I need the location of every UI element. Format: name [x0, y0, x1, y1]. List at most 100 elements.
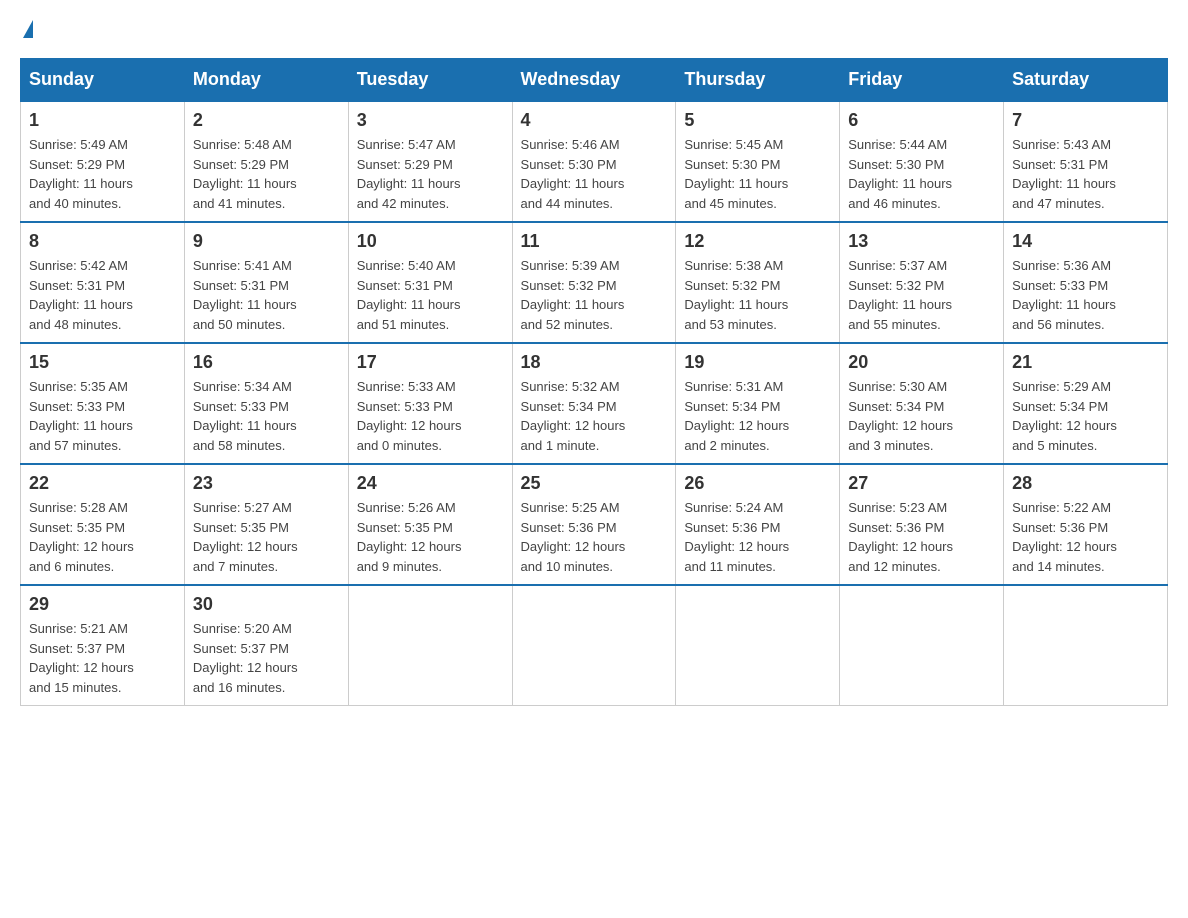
day-of-week-thursday: Thursday	[676, 59, 840, 102]
day-number: 30	[193, 594, 340, 615]
day-info: Sunrise: 5:40 AMSunset: 5:31 PMDaylight:…	[357, 256, 504, 334]
day-number: 1	[29, 110, 176, 131]
day-info: Sunrise: 5:30 AMSunset: 5:34 PMDaylight:…	[848, 377, 995, 455]
day-number: 17	[357, 352, 504, 373]
calendar-week-row: 22 Sunrise: 5:28 AMSunset: 5:35 PMDayligh…	[21, 464, 1168, 585]
page-header	[20, 20, 1168, 38]
day-info: Sunrise: 5:36 AMSunset: 5:33 PMDaylight:…	[1012, 256, 1159, 334]
day-info: Sunrise: 5:44 AMSunset: 5:30 PMDaylight:…	[848, 135, 995, 213]
day-number: 11	[521, 231, 668, 252]
calendar-table: SundayMondayTuesdayWednesdayThursdayFrid…	[20, 58, 1168, 706]
day-info: Sunrise: 5:45 AMSunset: 5:30 PMDaylight:…	[684, 135, 831, 213]
calendar-cell: 1 Sunrise: 5:49 AMSunset: 5:29 PMDaylight…	[21, 101, 185, 222]
day-number: 26	[684, 473, 831, 494]
logo-triangle-icon	[23, 20, 33, 38]
day-info: Sunrise: 5:42 AMSunset: 5:31 PMDaylight:…	[29, 256, 176, 334]
calendar-cell: 29 Sunrise: 5:21 AMSunset: 5:37 PMDayligh…	[21, 585, 185, 706]
calendar-cell: 24 Sunrise: 5:26 AMSunset: 5:35 PMDayligh…	[348, 464, 512, 585]
day-info: Sunrise: 5:23 AMSunset: 5:36 PMDaylight:…	[848, 498, 995, 576]
calendar-cell: 27 Sunrise: 5:23 AMSunset: 5:36 PMDayligh…	[840, 464, 1004, 585]
day-of-week-tuesday: Tuesday	[348, 59, 512, 102]
calendar-cell: 9 Sunrise: 5:41 AMSunset: 5:31 PMDaylight…	[184, 222, 348, 343]
day-info: Sunrise: 5:35 AMSunset: 5:33 PMDaylight:…	[29, 377, 176, 455]
day-info: Sunrise: 5:39 AMSunset: 5:32 PMDaylight:…	[521, 256, 668, 334]
calendar-cell: 25Sunrise: 5:25 AMSunset: 5:36 PMDayligh…	[512, 464, 676, 585]
day-number: 28	[1012, 473, 1159, 494]
day-info: Sunrise: 5:21 AMSunset: 5:37 PMDaylight:…	[29, 619, 176, 697]
day-info: Sunrise: 5:49 AMSunset: 5:29 PMDaylight:…	[29, 135, 176, 213]
calendar-cell: 18 Sunrise: 5:32 AMSunset: 5:34 PMDayligh…	[512, 343, 676, 464]
day-info: Sunrise: 5:46 AMSunset: 5:30 PMDaylight:…	[521, 135, 668, 213]
day-info: Sunrise: 5:34 AMSunset: 5:33 PMDaylight:…	[193, 377, 340, 455]
day-number: 2	[193, 110, 340, 131]
day-number: 25	[521, 473, 668, 494]
day-info: Sunrise: 5:33 AMSunset: 5:33 PMDaylight:…	[357, 377, 504, 455]
calendar-cell: 22 Sunrise: 5:28 AMSunset: 5:35 PMDayligh…	[21, 464, 185, 585]
calendar-cell: 13 Sunrise: 5:37 AMSunset: 5:32 PMDayligh…	[840, 222, 1004, 343]
day-number: 18	[521, 352, 668, 373]
day-number: 13	[848, 231, 995, 252]
day-number: 22	[29, 473, 176, 494]
day-of-week-sunday: Sunday	[21, 59, 185, 102]
day-of-week-saturday: Saturday	[1004, 59, 1168, 102]
day-number: 4	[521, 110, 668, 131]
day-info: Sunrise: 5:22 AMSunset: 5:36 PMDaylight:…	[1012, 498, 1159, 576]
calendar-cell: 5 Sunrise: 5:45 AMSunset: 5:30 PMDaylight…	[676, 101, 840, 222]
day-info: Sunrise: 5:27 AMSunset: 5:35 PMDaylight:…	[193, 498, 340, 576]
calendar-header-row: SundayMondayTuesdayWednesdayThursdayFrid…	[21, 59, 1168, 102]
calendar-cell: 4 Sunrise: 5:46 AMSunset: 5:30 PMDaylight…	[512, 101, 676, 222]
logo	[20, 20, 33, 38]
day-info: Sunrise: 5:37 AMSunset: 5:32 PMDaylight:…	[848, 256, 995, 334]
day-info: Sunrise: 5:20 AMSunset: 5:37 PMDaylight:…	[193, 619, 340, 697]
day-number: 15	[29, 352, 176, 373]
day-info: Sunrise: 5:38 AMSunset: 5:32 PMDaylight:…	[684, 256, 831, 334]
calendar-cell	[676, 585, 840, 706]
calendar-cell: 6Sunrise: 5:44 AMSunset: 5:30 PMDaylight…	[840, 101, 1004, 222]
calendar-cell: 7 Sunrise: 5:43 AMSunset: 5:31 PMDaylight…	[1004, 101, 1168, 222]
day-number: 14	[1012, 231, 1159, 252]
day-number: 20	[848, 352, 995, 373]
day-number: 9	[193, 231, 340, 252]
day-number: 24	[357, 473, 504, 494]
day-number: 27	[848, 473, 995, 494]
day-info: Sunrise: 5:26 AMSunset: 5:35 PMDaylight:…	[357, 498, 504, 576]
calendar-cell: 15 Sunrise: 5:35 AMSunset: 5:33 PMDayligh…	[21, 343, 185, 464]
day-number: 10	[357, 231, 504, 252]
calendar-cell: 3 Sunrise: 5:47 AMSunset: 5:29 PMDaylight…	[348, 101, 512, 222]
calendar-cell: 28 Sunrise: 5:22 AMSunset: 5:36 PMDayligh…	[1004, 464, 1168, 585]
day-of-week-wednesday: Wednesday	[512, 59, 676, 102]
day-number: 29	[29, 594, 176, 615]
calendar-week-row: 8 Sunrise: 5:42 AMSunset: 5:31 PMDaylight…	[21, 222, 1168, 343]
day-number: 7	[1012, 110, 1159, 131]
day-info: Sunrise: 5:48 AMSunset: 5:29 PMDaylight:…	[193, 135, 340, 213]
calendar-cell: 14 Sunrise: 5:36 AMSunset: 5:33 PMDayligh…	[1004, 222, 1168, 343]
day-number: 3	[357, 110, 504, 131]
calendar-cell: 19 Sunrise: 5:31 AMSunset: 5:34 PMDayligh…	[676, 343, 840, 464]
calendar-cell	[348, 585, 512, 706]
calendar-cell: 30 Sunrise: 5:20 AMSunset: 5:37 PMDayligh…	[184, 585, 348, 706]
day-info: Sunrise: 5:29 AMSunset: 5:34 PMDaylight:…	[1012, 377, 1159, 455]
calendar-cell: 12 Sunrise: 5:38 AMSunset: 5:32 PMDayligh…	[676, 222, 840, 343]
day-number: 16	[193, 352, 340, 373]
calendar-cell: 2 Sunrise: 5:48 AMSunset: 5:29 PMDaylight…	[184, 101, 348, 222]
day-info: Sunrise: 5:31 AMSunset: 5:34 PMDaylight:…	[684, 377, 831, 455]
calendar-cell: 17 Sunrise: 5:33 AMSunset: 5:33 PMDayligh…	[348, 343, 512, 464]
day-info: Sunrise: 5:24 AMSunset: 5:36 PMDaylight:…	[684, 498, 831, 576]
day-info: Sunrise: 5:28 AMSunset: 5:35 PMDaylight:…	[29, 498, 176, 576]
calendar-cell: 10 Sunrise: 5:40 AMSunset: 5:31 PMDayligh…	[348, 222, 512, 343]
day-number: 8	[29, 231, 176, 252]
calendar-cell	[512, 585, 676, 706]
calendar-cell: 16 Sunrise: 5:34 AMSunset: 5:33 PMDayligh…	[184, 343, 348, 464]
day-info: Sunrise: 5:41 AMSunset: 5:31 PMDaylight:…	[193, 256, 340, 334]
day-info: Sunrise: 5:32 AMSunset: 5:34 PMDaylight:…	[521, 377, 668, 455]
day-number: 23	[193, 473, 340, 494]
day-number: 12	[684, 231, 831, 252]
calendar-week-row: 15 Sunrise: 5:35 AMSunset: 5:33 PMDayligh…	[21, 343, 1168, 464]
day-info: Sunrise: 5:47 AMSunset: 5:29 PMDaylight:…	[357, 135, 504, 213]
calendar-cell: 20 Sunrise: 5:30 AMSunset: 5:34 PMDayligh…	[840, 343, 1004, 464]
day-info: Sunrise: 5:43 AMSunset: 5:31 PMDaylight:…	[1012, 135, 1159, 213]
day-number: 19	[684, 352, 831, 373]
calendar-cell: 11 Sunrise: 5:39 AMSunset: 5:32 PMDayligh…	[512, 222, 676, 343]
calendar-cell: 23 Sunrise: 5:27 AMSunset: 5:35 PMDayligh…	[184, 464, 348, 585]
day-number: 5	[684, 110, 831, 131]
